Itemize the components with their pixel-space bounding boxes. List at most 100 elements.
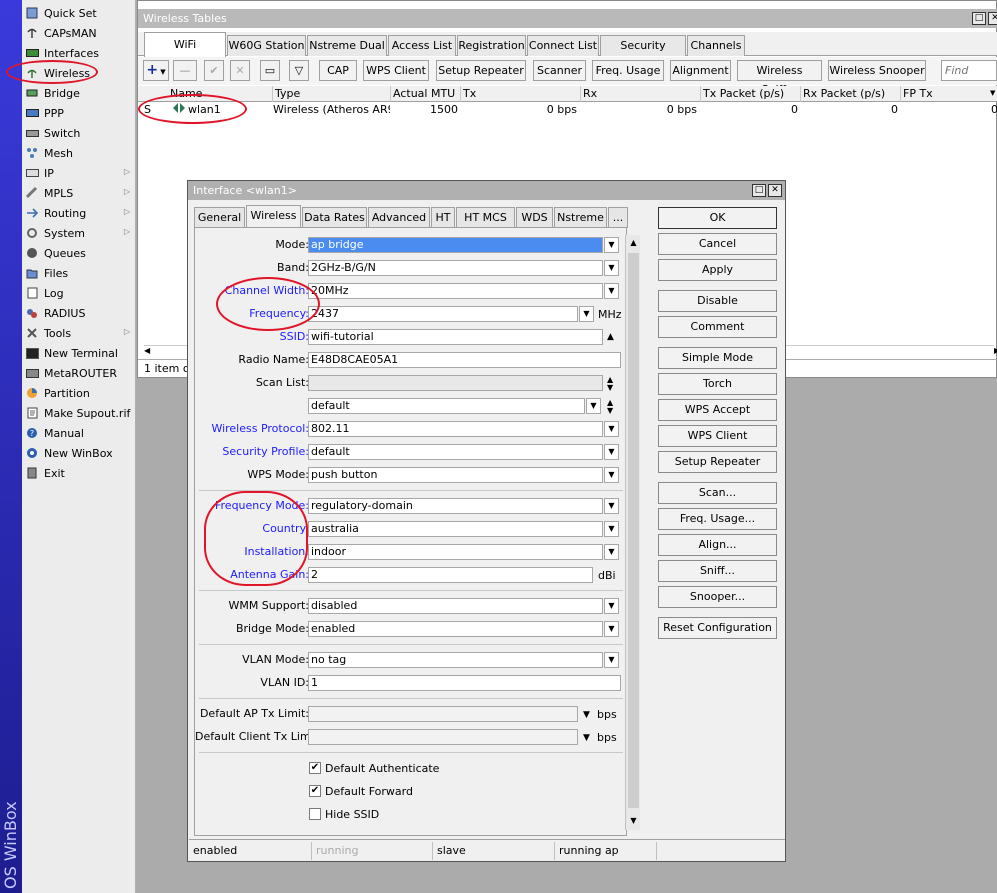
sidebar-item-metarouter[interactable]: MetaROUTER: [22, 363, 136, 383]
enable-button[interactable]: ✔: [204, 60, 224, 81]
default-client-tx-limit-dropdown-icon[interactable]: ▼: [583, 731, 590, 745]
sidebar-item-exit[interactable]: Exit: [22, 463, 136, 483]
maximize-icon[interactable]: □: [972, 12, 986, 25]
align-button[interactable]: Align...: [658, 534, 777, 556]
scan-button[interactable]: Scan...: [658, 482, 777, 504]
tab-wireless[interactable]: Wireless: [246, 205, 301, 228]
tab-connect-list[interactable]: Connect List: [527, 35, 599, 56]
sidebar-item-ip[interactable]: IP ▷: [22, 163, 136, 183]
tab-advanced[interactable]: Advanced: [368, 207, 430, 228]
sidebar-item-new-terminal[interactable]: New Terminal: [22, 343, 136, 363]
sidebar-item-system[interactable]: System ▷: [22, 223, 136, 243]
alignment-button[interactable]: Alignment: [670, 60, 731, 81]
wps-mode-select[interactable]: push button: [308, 467, 603, 483]
frequency-select[interactable]: 2437: [308, 306, 578, 322]
sidebar-item-queues[interactable]: Queues: [22, 243, 136, 263]
col-rx-packet[interactable]: Rx Packet (p/s): [800, 86, 900, 102]
default-ap-tx-limit-input[interactable]: [308, 706, 578, 722]
mode-dropdown-icon[interactable]: ▼: [604, 237, 619, 253]
antenna-gain-input[interactable]: 2: [308, 567, 593, 583]
installation-select[interactable]: indoor: [308, 544, 603, 560]
tab-more[interactable]: ...: [608, 207, 628, 228]
vlan-id-input[interactable]: 1: [308, 675, 621, 691]
sidebar-item-quick-set[interactable]: Quick Set: [22, 3, 136, 23]
simple-mode-button[interactable]: Simple Mode: [658, 347, 777, 369]
disable-button[interactable]: Disable: [658, 290, 777, 312]
wps-accept-button[interactable]: WPS Accept: [658, 399, 777, 421]
sidebar-item-capsman[interactable]: CAPsMAN: [22, 23, 136, 43]
bridge-mode-dropdown-icon[interactable]: ▼: [604, 621, 619, 637]
sidebar-item-routing[interactable]: Routing ▷: [22, 203, 136, 223]
wireless-protocol-dropdown-icon[interactable]: ▼: [604, 421, 619, 437]
sidebar-item-log[interactable]: Log: [22, 283, 136, 303]
scroll-up-icon[interactable]: ▲: [628, 237, 639, 249]
vlan-mode-select[interactable]: no tag: [308, 652, 603, 668]
tab-ht[interactable]: HT: [431, 207, 455, 228]
snooper-button[interactable]: Snooper...: [658, 586, 777, 608]
bridge-mode-select[interactable]: enabled: [308, 621, 603, 637]
sidebar-item-make-supout[interactable]: Make Supout.rif: [22, 403, 136, 423]
col-rx[interactable]: Rx: [580, 86, 700, 102]
setup-repeater-button[interactable]: Setup Repeater: [658, 451, 777, 473]
tab-channels[interactable]: Channels: [687, 35, 745, 56]
col-tx[interactable]: Tx: [460, 86, 580, 102]
sidebar-item-partition[interactable]: Partition: [22, 383, 136, 403]
scan-list-default-select[interactable]: default: [308, 398, 585, 414]
tab-wifi-interfaces[interactable]: WiFi Interfaces: [144, 32, 226, 74]
columns-dropdown-icon[interactable]: ▼: [988, 86, 997, 102]
country-dropdown-icon[interactable]: ▼: [604, 521, 619, 537]
sidebar-item-ppp[interactable]: PPP: [22, 103, 136, 123]
security-profile-dropdown-icon[interactable]: ▼: [604, 444, 619, 460]
scan-list-default-updown-icon[interactable]: ▲ ▼: [607, 399, 613, 415]
frequency-mode-dropdown-icon[interactable]: ▼: [604, 498, 619, 514]
sniff-button[interactable]: Sniff...: [658, 560, 777, 582]
wps-client-button[interactable]: WPS Client: [658, 425, 777, 447]
sidebar-item-mpls[interactable]: MPLS ▷: [22, 183, 136, 203]
wireless-snooper-button[interactable]: Wireless Snooper: [828, 60, 926, 81]
security-profile-select[interactable]: default: [308, 444, 603, 460]
wps-mode-dropdown-icon[interactable]: ▼: [604, 467, 619, 483]
col-tx-packet[interactable]: Tx Packet (p/s): [700, 86, 800, 102]
scanner-button[interactable]: Scanner: [533, 60, 586, 81]
freq-usage-toolbar-button[interactable]: Freq. Usage: [592, 60, 664, 81]
cancel-button[interactable]: Cancel: [658, 233, 777, 255]
channel-width-dropdown-icon[interactable]: ▼: [604, 283, 619, 299]
installation-dropdown-icon[interactable]: ▼: [604, 544, 619, 560]
radio-name-input[interactable]: E48D8CAE05A1: [308, 352, 621, 368]
scan-list-updown-icon[interactable]: ▲ ▼: [607, 376, 613, 392]
default-client-tx-limit-input[interactable]: [308, 729, 578, 745]
remove-button[interactable]: —: [173, 60, 197, 81]
tab-nstreme[interactable]: Nstreme: [554, 207, 607, 228]
scan-list-input[interactable]: [308, 375, 603, 391]
tab-wds[interactable]: WDS: [516, 207, 553, 228]
cap-button[interactable]: CAP: [319, 60, 357, 81]
dialog-vertical-scrollbar[interactable]: ▲ ▼: [625, 235, 640, 830]
mode-select[interactable]: ap bridge: [308, 237, 603, 253]
wmm-support-dropdown-icon[interactable]: ▼: [604, 598, 619, 614]
ok-button[interactable]: OK: [658, 207, 777, 229]
default-authenticate-checkbox[interactable]: ✔: [309, 762, 321, 774]
tab-data-rates[interactable]: Data Rates: [302, 207, 367, 228]
sidebar-item-mesh[interactable]: Mesh: [22, 143, 136, 163]
frequency-dropdown-icon[interactable]: ▼: [579, 306, 594, 322]
tab-ht-mcs[interactable]: HT MCS: [456, 207, 515, 228]
wmm-support-select[interactable]: disabled: [308, 598, 603, 614]
tab-access-list[interactable]: Access List: [388, 35, 456, 56]
table-row[interactable]: S wlan1 Wireless (Atheros AR9... 1500 0 …: [138, 102, 997, 118]
wps-client-toolbar-button[interactable]: WPS Client: [363, 60, 429, 81]
reset-configuration-button[interactable]: Reset Configuration: [658, 617, 777, 639]
sidebar-item-switch[interactable]: Switch: [22, 123, 136, 143]
col-type[interactable]: Type: [272, 86, 390, 102]
dialog-close-icon[interactable]: ✕: [768, 184, 782, 197]
ssid-collapse-icon[interactable]: ▲: [607, 330, 614, 344]
sidebar-item-manual[interactable]: ? Manual: [22, 423, 136, 443]
tab-nstreme-dual[interactable]: Nstreme Dual: [307, 35, 387, 56]
torch-button[interactable]: Torch: [658, 373, 777, 395]
channel-width-select[interactable]: 20MHz: [308, 283, 603, 299]
scan-list-dropdown-icon[interactable]: ▼: [586, 398, 601, 414]
dialog-maximize-icon[interactable]: □: [752, 184, 766, 197]
band-select[interactable]: 2GHz-B/G/N: [308, 260, 603, 276]
sidebar-item-bridge[interactable]: Bridge: [22, 83, 136, 103]
comment-toolbar-button[interactable]: ▭: [260, 60, 280, 81]
filter-button[interactable]: ▽: [289, 60, 309, 81]
